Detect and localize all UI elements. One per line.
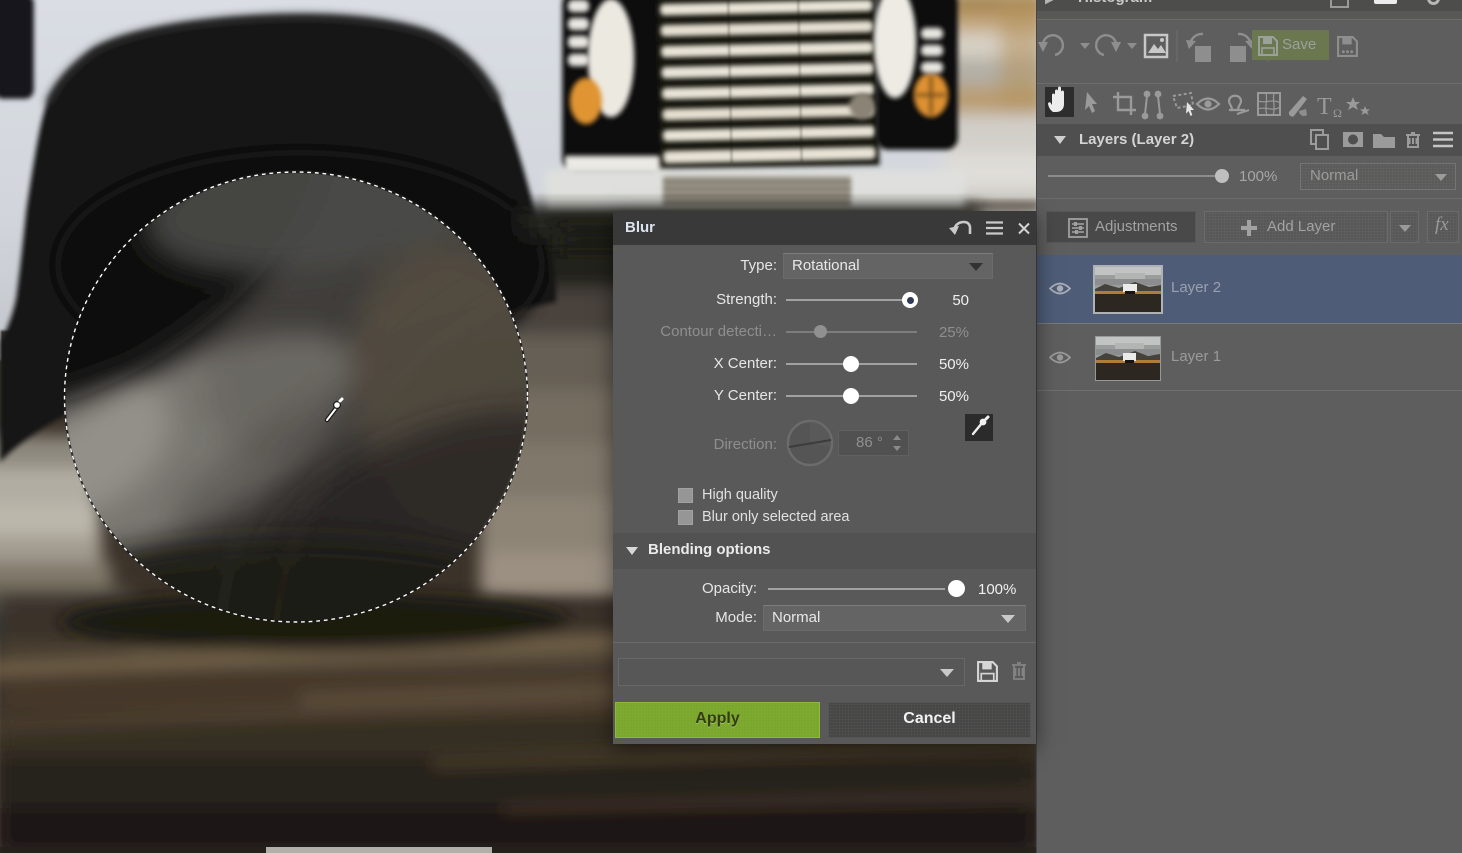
svg-text:Ω: Ω [1333,106,1342,120]
svg-text:T: T [1317,94,1332,120]
